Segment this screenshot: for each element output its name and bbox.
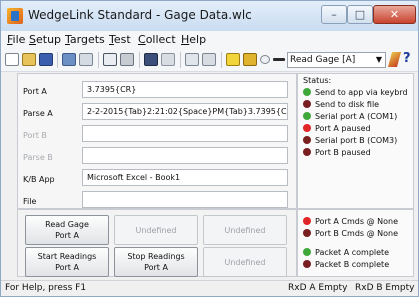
maximize-button[interactable]: □	[347, 5, 373, 24]
menu-targets[interactable]: Targets	[65, 33, 105, 46]
send-command-icon[interactable]	[387, 52, 402, 67]
status-item: Packet B complete	[303, 260, 389, 269]
port-b-label: Port B	[23, 131, 47, 140]
status-led-icon	[303, 124, 311, 132]
status-title: Status:	[303, 76, 332, 85]
status-item: Serial port B (COM3)	[303, 136, 397, 145]
status-item: Serial port A (COM1)	[303, 112, 397, 121]
status-item: Packet A complete	[303, 248, 389, 257]
port-a-label: Port A	[23, 87, 47, 96]
settings-icon[interactable]	[62, 53, 76, 66]
open-folder-icon[interactable]	[22, 53, 36, 66]
menu-help[interactable]: Help	[181, 33, 206, 46]
menu-file[interactable]: File	[7, 33, 25, 46]
parse-a-field[interactable]: 2-2-2015{Tab}2:21:02{Space}PM{Tab}3.7395…	[82, 103, 288, 120]
toolbar-separator	[180, 52, 181, 68]
parse-b-field[interactable]	[82, 147, 288, 164]
collect-icon[interactable]	[202, 53, 216, 66]
help-icon[interactable]: ?	[403, 51, 411, 66]
port-a-field[interactable]: 3.7395{CR}	[82, 81, 288, 98]
highlight-trigger-icon[interactable]	[243, 53, 257, 66]
menu-setup[interactable]: Setup	[29, 33, 61, 46]
close-button[interactable]: ✕	[373, 5, 416, 24]
start-readings-button[interactable]: Start Readings Port A	[25, 247, 109, 277]
parse-a-label: Parse A	[23, 109, 53, 118]
status-led-icon	[303, 112, 311, 120]
toolbar: Read Gage [A] ▼ ?	[1, 49, 418, 72]
action-buttons-panel: Read Gage Port A Undefined Undefined Star…	[17, 209, 297, 277]
chevron-down-icon: ▼	[375, 55, 382, 64]
status-led-icon	[303, 217, 311, 225]
parse-b-label: Parse B	[23, 153, 53, 162]
serial-port-icon[interactable]	[79, 53, 93, 66]
kb-app-field[interactable]: Microsoft Excel - Book1	[82, 169, 288, 186]
toolbar-separator	[221, 52, 222, 68]
port-b-field[interactable]	[82, 125, 288, 142]
menu-test[interactable]: Test	[109, 33, 131, 46]
toolbar-separator	[139, 52, 140, 68]
status-led-icon	[303, 248, 311, 256]
gage-command-value: Read Gage [A]	[290, 55, 356, 65]
dash-icon[interactable]	[273, 58, 285, 61]
minimize-button[interactable]: –	[321, 5, 347, 24]
undefined-button[interactable]: Undefined	[203, 247, 287, 277]
test-icon[interactable]	[161, 53, 175, 66]
read-gage-button[interactable]: Read Gage Port A	[25, 215, 109, 245]
command-status-panel: Port A Cmds @ None Port B Cmds @ None Pa…	[297, 209, 414, 277]
status-item: Port A paused	[303, 124, 371, 133]
status-led-icon	[303, 136, 311, 144]
status-led-icon	[303, 229, 311, 237]
menu-collect[interactable]: Collect	[138, 33, 176, 46]
rxd-b-indicator: RxD B Empty	[355, 283, 415, 293]
undefined-button[interactable]: Undefined	[203, 215, 287, 245]
stop-readings-button[interactable]: Stop Readings Port A	[114, 247, 198, 277]
status-led-icon	[303, 148, 311, 156]
help-hint: For Help, press F1	[5, 283, 87, 293]
data-fields-panel: Port A 3.7395{CR} Parse A 2-2-2015{Tab}2…	[17, 73, 297, 209]
monitor-icon[interactable]	[144, 53, 158, 66]
new-file-icon[interactable]	[5, 53, 19, 66]
kb-app-label: K/B App	[23, 175, 55, 184]
status-item: Port B Cmds @ None	[303, 229, 398, 238]
loop-icon[interactable]	[260, 55, 270, 64]
status-item: Port B paused	[303, 148, 371, 157]
title-bar[interactable]: WedgeLink Standard - Gage Data.wlc – □ ✕	[1, 1, 418, 32]
toolbar-separator	[57, 52, 58, 68]
status-item: Send to disk file	[303, 100, 379, 109]
timer-icon[interactable]	[185, 53, 199, 66]
rxd-a-indicator: RxD A Empty	[288, 283, 348, 293]
status-item: Port A Cmds @ None	[303, 217, 398, 226]
window-title: WedgeLink Standard - Gage Data.wlc	[28, 8, 252, 22]
gage-command-select[interactable]: Read Gage [A] ▼	[287, 52, 386, 68]
toolbar-separator	[98, 52, 99, 68]
menu-bar: File Setup Targets Test Collect Help	[1, 31, 418, 50]
status-led-icon	[303, 100, 311, 108]
undefined-button[interactable]: Undefined	[114, 215, 198, 245]
wedgelink-app-icon	[7, 8, 23, 24]
status-panel: Status: Send to app via keybrd Send to d…	[297, 73, 414, 209]
trigger-icon[interactable]	[226, 53, 240, 66]
keyboard-target-icon[interactable]	[103, 53, 117, 66]
app-window: WedgeLink Standard - Gage Data.wlc – □ ✕…	[0, 0, 419, 297]
save-disk-icon[interactable]	[39, 53, 53, 66]
status-led-icon	[303, 260, 311, 268]
file-label: File	[23, 197, 37, 206]
disk-target-icon[interactable]	[120, 53, 134, 66]
file-field[interactable]	[82, 191, 288, 208]
status-bar: For Help, press F1 RxD A Empty RxD B Emp…	[1, 280, 418, 296]
status-led-icon	[303, 88, 311, 96]
status-item: Send to app via keybrd	[303, 88, 408, 97]
